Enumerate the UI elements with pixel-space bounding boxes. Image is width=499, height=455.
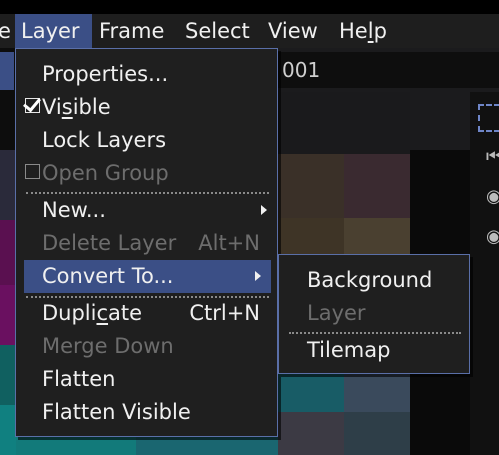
menu-item-lock-layers[interactable]: Lock Layers xyxy=(16,124,277,157)
canvas-tile xyxy=(278,154,344,218)
checkbox-unchecked-icon xyxy=(25,164,40,179)
menu-frame[interactable]: Frame xyxy=(99,14,164,48)
menu-item-open-group[interactable]: Open Group xyxy=(16,157,277,190)
canvas-tile xyxy=(344,412,410,455)
canvas-tile xyxy=(344,218,410,256)
menu-layer-label: Layer xyxy=(21,19,80,43)
tab-highlight xyxy=(0,52,14,90)
canvas-tile xyxy=(278,374,344,412)
eye-icon[interactable]: ◉ xyxy=(486,186,499,207)
canvas-tile xyxy=(278,412,344,455)
title-strip xyxy=(0,0,499,14)
canvas-tile xyxy=(344,374,410,412)
submenu-item-background[interactable]: Background xyxy=(279,264,469,297)
menu-edit[interactable]: e xyxy=(0,14,11,48)
menu-item-duplicate[interactable]: Duplicate Ctrl+N xyxy=(16,297,277,330)
menu-item-delete-layer[interactable]: Delete Layer Alt+N xyxy=(16,227,277,260)
shortcut-label: Alt+N xyxy=(198,231,260,255)
first-frame-icon[interactable]: ⏮ xyxy=(486,146,499,167)
menu-bar: e Layer Frame Select View Help xyxy=(0,14,499,48)
menu-item-new[interactable]: New... xyxy=(16,194,277,227)
canvas-tile xyxy=(136,437,278,455)
submenu-arrow-icon xyxy=(261,205,267,215)
canvas-tile xyxy=(344,154,410,218)
canvas-tile xyxy=(278,218,344,256)
menu-item-merge-down[interactable]: Merge Down xyxy=(16,330,277,363)
selection-marquee xyxy=(478,104,499,132)
checkbox-checked-icon xyxy=(25,98,40,113)
menu-item-visible[interactable]: Visible xyxy=(16,91,277,124)
canvas-tile xyxy=(0,285,16,345)
canvas-tile xyxy=(16,437,136,455)
layer-menu: Properties... Visible Lock Layers Open G… xyxy=(15,48,278,437)
menu-view[interactable]: View xyxy=(268,14,318,48)
canvas-tile xyxy=(0,150,16,220)
convert-to-submenu: Background Layer Tilemap xyxy=(278,254,470,374)
submenu-arrow-icon xyxy=(255,271,261,281)
menu-item-properties[interactable]: Properties... xyxy=(16,58,277,91)
canvas-tile xyxy=(0,345,16,405)
eye-icon[interactable]: ◉ xyxy=(486,226,499,247)
canvas-tile xyxy=(0,220,16,285)
menu-item-flatten-visible[interactable]: Flatten Visible xyxy=(16,396,277,429)
submenu-item-tilemap[interactable]: Tilemap xyxy=(279,334,469,367)
menu-item-flatten[interactable]: Flatten xyxy=(16,363,277,396)
frame-number: 001 xyxy=(282,58,321,82)
menu-select[interactable]: Select xyxy=(185,14,250,48)
shortcut-label: Ctrl+N xyxy=(189,301,260,325)
canvas-tile xyxy=(278,92,410,154)
submenu-item-layer[interactable]: Layer xyxy=(279,297,469,330)
menu-layer[interactable]: Layer xyxy=(15,14,92,48)
menu-help[interactable]: Help xyxy=(339,14,387,48)
canvas-tile xyxy=(0,405,16,455)
menu-item-convert-to[interactable]: Convert To... xyxy=(24,260,271,293)
